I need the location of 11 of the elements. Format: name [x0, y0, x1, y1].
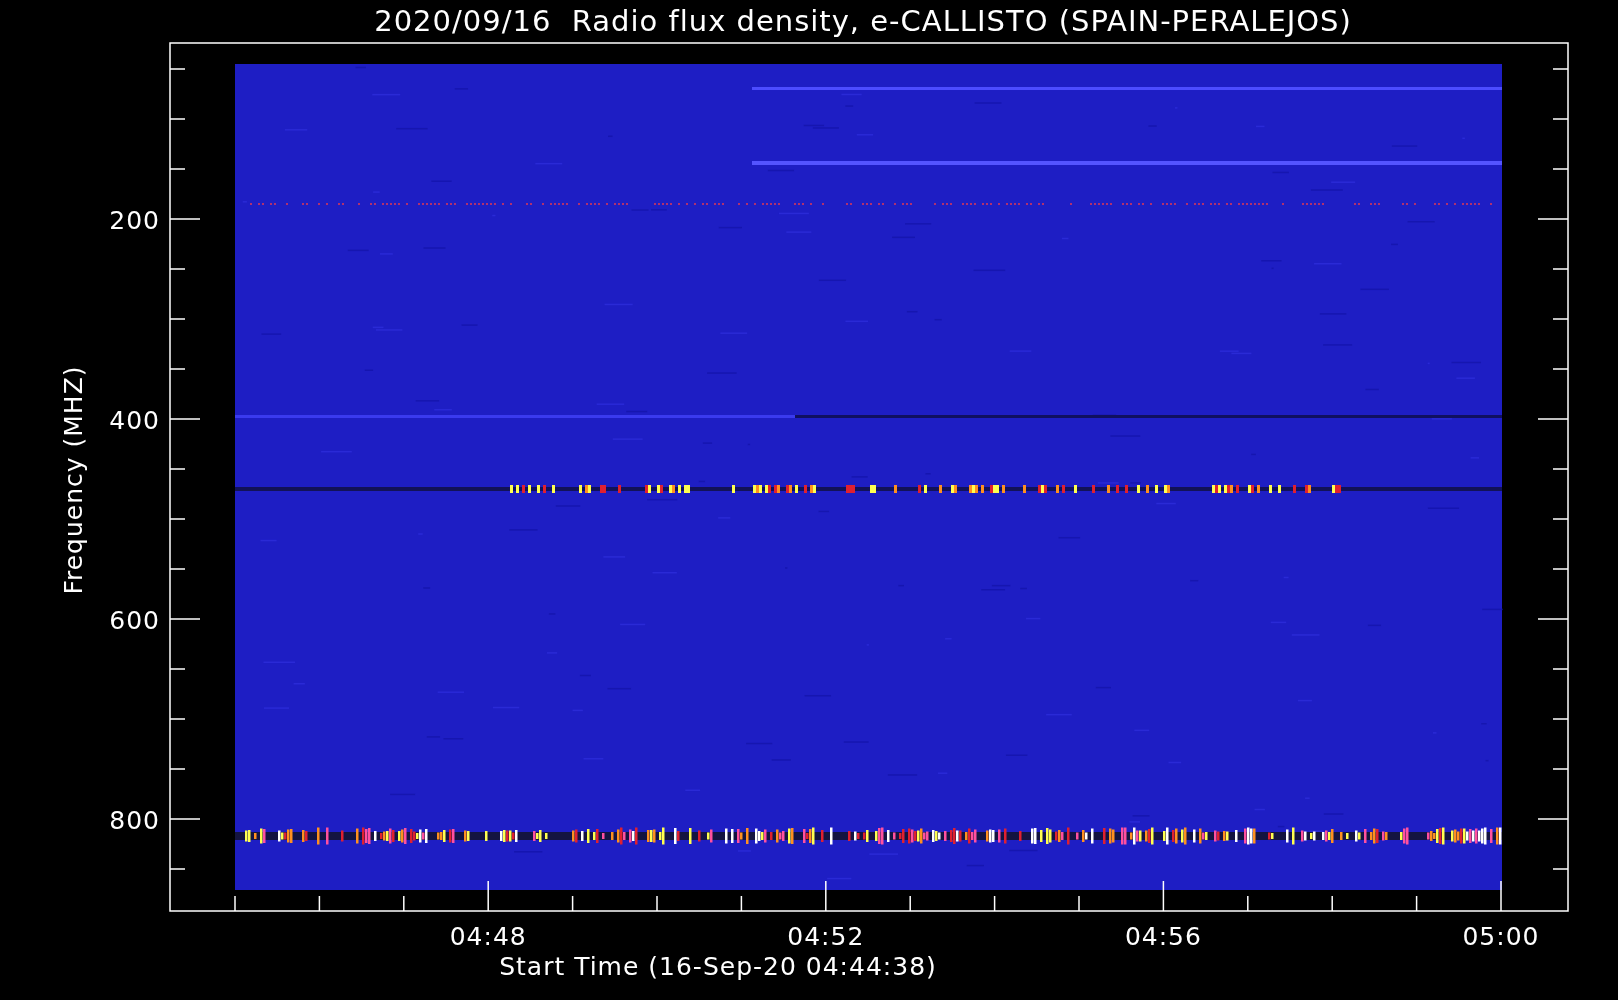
y-tick-label: 200	[109, 206, 160, 235]
x-tick-label: 05:00	[1462, 922, 1540, 951]
y-tick-label: 800	[109, 806, 160, 835]
x-tick-label: 04:48	[449, 922, 527, 951]
chart-title: 2020/09/16 Radio flux density, e-CALLISTO (SPAIN-PERALEJOS)	[374, 4, 1352, 38]
x-axis-label: Start Time (16-Sep-20 04:44:38)	[499, 952, 937, 981]
y-axis-label: Frequency (MHZ)	[59, 365, 88, 595]
y-tick-label: 600	[109, 606, 160, 635]
x-tick-label: 04:52	[787, 922, 865, 951]
x-tick-label: 04:56	[1124, 922, 1202, 951]
y-tick-label: 400	[109, 406, 160, 435]
